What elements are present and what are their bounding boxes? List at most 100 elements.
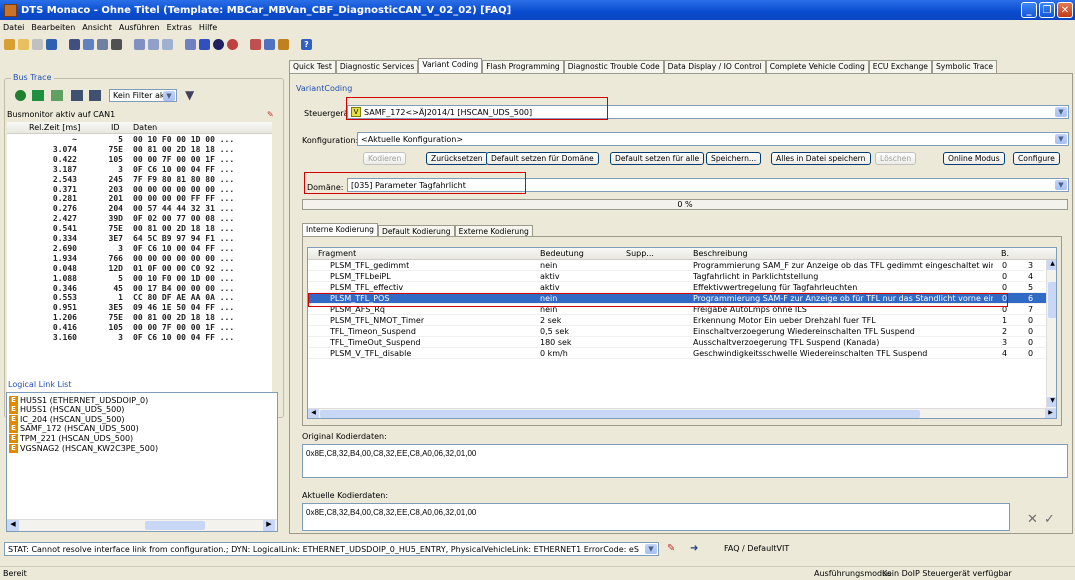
tools-icon[interactable] (250, 38, 261, 50)
export-icon[interactable]: ➜ (690, 543, 698, 554)
scroll-up-icon[interactable]: ▲ (1047, 260, 1056, 270)
original-data-field[interactable]: 0x8E,C8,32,B4,00,C8,32,EE,C8,A0,06,32,01… (302, 444, 1068, 478)
coding-row[interactable]: PLSM_TFLbeiPL aktiv Tagfahrlicht in Parkli… (308, 271, 1046, 282)
tab-flash-programming[interactable]: Flash Programming (482, 60, 564, 74)
monitor-icon[interactable] (264, 38, 275, 50)
discard-icon[interactable]: ✕ (1027, 512, 1038, 527)
download-icon[interactable] (32, 90, 44, 101)
confirm-icon[interactable]: ✓ (1044, 512, 1055, 527)
cut-icon[interactable] (69, 38, 80, 50)
logical-link-item[interactable]: E VGSNAG2 (HSCAN_KW2C3PE_500) (9, 443, 158, 453)
disconnect-icon[interactable] (227, 38, 238, 50)
coding-row[interactable]: PLSM_TFL_NMOT_Timer 2 sek Erkennung Motor … (308, 315, 1046, 326)
layout-icon[interactable] (134, 38, 145, 50)
menu-bearbeiten[interactable]: Bearbeiten (31, 23, 75, 32)
tab-diagnostic-trouble-code[interactable]: Diagnostic Trouble Code (563, 60, 664, 74)
scroll-right-icon[interactable]: ▶ (1045, 409, 1056, 418)
status-select[interactable]: STAT: Cannot resolve interface link from… (4, 542, 659, 556)
clear-icon[interactable]: ✎ (267, 110, 274, 119)
col-bedeutung[interactable]: Bedeutung (540, 249, 584, 258)
close-icon[interactable]: ✕ (1057, 2, 1073, 18)
logical-link-item[interactable]: E HU5S1 (HSCAN_UDS_500) (9, 405, 124, 415)
coding-row[interactable]: TFL_Timeon_Suspend 0,5 sek Einschaltverzoe… (308, 326, 1046, 337)
loeschen-button[interactable]: Löschen (875, 152, 917, 165)
new-icon[interactable] (4, 38, 15, 50)
col-fragment[interactable]: Fragment (318, 249, 356, 258)
chevron-down-icon[interactable]: ▼ (163, 91, 175, 101)
filter-list2-icon[interactable] (89, 90, 101, 101)
default-domaene-button[interactable]: Default setzen für Domäne (486, 152, 599, 165)
coding-row[interactable]: PLSM_TFL_gedimmt nein Programmierung SAM_F… (308, 260, 1046, 271)
config-icon[interactable] (278, 38, 289, 50)
subtab-interne[interactable]: Interne Kodierung (302, 223, 379, 237)
minimize-icon[interactable]: _ (1021, 2, 1037, 18)
scroll-right-icon[interactable]: ▶ (263, 520, 275, 531)
tab-diagnostic-services[interactable]: Diagnostic Services (335, 60, 419, 74)
default-alle-button[interactable]: Default setzen für alle (610, 152, 705, 165)
paste-icon[interactable] (97, 38, 108, 50)
open-icon[interactable] (18, 38, 29, 50)
chevron-down-icon[interactable]: ▼ (1055, 107, 1067, 117)
scroll-left-icon[interactable]: ◀ (308, 409, 319, 418)
grid-icon[interactable] (162, 38, 173, 50)
menu-ausfuehren[interactable]: Ausführen (119, 23, 160, 32)
hscroll-thumb[interactable] (320, 410, 920, 418)
scroll-left-icon[interactable]: ◀ (7, 520, 19, 531)
speichern-button[interactable]: Speichern... (706, 152, 762, 165)
coding-vscroll[interactable]: ▲ ▼ (1046, 260, 1056, 408)
col-daten[interactable]: Daten (133, 123, 157, 132)
alles-speichern-button[interactable]: Alles in Datei speichern (771, 152, 871, 165)
coding-row[interactable]: PLSM_V_TFL_disable 0 km/h Geschwindigkeits… (308, 348, 1046, 359)
tab-complete-vehicle-coding[interactable]: Complete Vehicle Coding (765, 60, 869, 74)
menu-datei[interactable]: Datei (3, 23, 24, 32)
stop-icon[interactable] (199, 38, 210, 50)
coding-row[interactable]: TFL_TimeOut_Suspend 180 sek Ausschaltverzo… (308, 337, 1046, 348)
col-beschreibung[interactable]: Beschreibung (693, 249, 748, 258)
scroll-thumb[interactable] (145, 521, 205, 530)
tab-quick-test[interactable]: Quick Test (289, 60, 336, 74)
vscroll-thumb[interactable] (1048, 282, 1056, 318)
menu-ansicht[interactable]: Ansicht (82, 23, 112, 32)
edit-icon[interactable] (185, 38, 196, 50)
chevron-down-icon[interactable]: ▼ (645, 544, 657, 554)
save-icon[interactable] (46, 38, 57, 50)
scroll-down-icon[interactable]: ▼ (1047, 397, 1056, 407)
maximize-icon[interactable]: ❐ (1039, 2, 1055, 18)
copy-icon[interactable] (83, 38, 94, 50)
configure-button[interactable]: Configure (1013, 152, 1060, 165)
aktuelle-data-field[interactable]: 0x8E,C8,32,B4,00,C8,32,EE,C8,A0,06,32,01… (302, 503, 1010, 531)
clear-status-icon[interactable]: ✎ (667, 543, 675, 554)
menu-hilfe[interactable]: Hilfe (199, 23, 217, 32)
logical-link-item[interactable]: E HU5S1 (ETHERNET_UDSDOIP_0) (9, 395, 148, 405)
online-modus-button[interactable]: Online Modus (943, 152, 1005, 165)
col-b[interactable]: B. (1001, 249, 1009, 258)
logical-link-item[interactable]: E TPM_221 (HSCAN_UDS_500) (9, 433, 133, 443)
logical-link-item[interactable]: E SAMF_172 (HSCAN_UDS_500) (9, 424, 139, 434)
tab-data-display[interactable]: Data Display / IO Control (663, 60, 766, 74)
window-icon[interactable] (148, 38, 159, 50)
chevron-down-icon[interactable]: ▼ (1055, 134, 1067, 144)
step-icon[interactable] (51, 90, 63, 101)
col-id[interactable]: ID (111, 123, 120, 132)
filter-list-icon[interactable] (71, 90, 83, 101)
funnel-icon[interactable]: ▼ (185, 88, 194, 102)
col-relzeit[interactable]: Rel.Zeit [ms] (29, 123, 80, 132)
tab-variant-coding[interactable]: Variant Coding (418, 58, 483, 74)
help-icon[interactable]: ? (301, 38, 312, 50)
coding-row[interactable]: PLSM_TFL_effectiv aktiv Effektivwertregelu… (308, 282, 1046, 293)
logical-link-hscroll[interactable]: ◀ ▶ (7, 519, 277, 531)
col-supp[interactable]: Supp... (626, 249, 654, 258)
chevron-down-icon[interactable]: ▼ (1055, 180, 1067, 190)
konfiguration-select[interactable]: <Aktuelle Konfiguration> ▼ (357, 132, 1069, 146)
connect-icon[interactable] (213, 38, 224, 50)
kodieren-button[interactable]: Kodieren (363, 152, 407, 165)
tab-ecu-exchange[interactable]: ECU Exchange (868, 60, 932, 74)
delete-icon[interactable] (111, 38, 122, 50)
coding-hscroll[interactable]: ◀ ▶ (308, 408, 1056, 418)
record-icon[interactable] (15, 90, 26, 101)
filter-select[interactable]: Kein Filter aktiv ▼ (109, 89, 177, 102)
logical-link-item[interactable]: E IC_204 (HSCAN_UDS_500) (9, 414, 125, 424)
tab-symbolic-trace[interactable]: Symbolic Trace (931, 60, 998, 74)
open-folder-icon[interactable] (32, 38, 43, 50)
zuruecksetzen-button[interactable]: Zurücksetzen (426, 152, 488, 165)
